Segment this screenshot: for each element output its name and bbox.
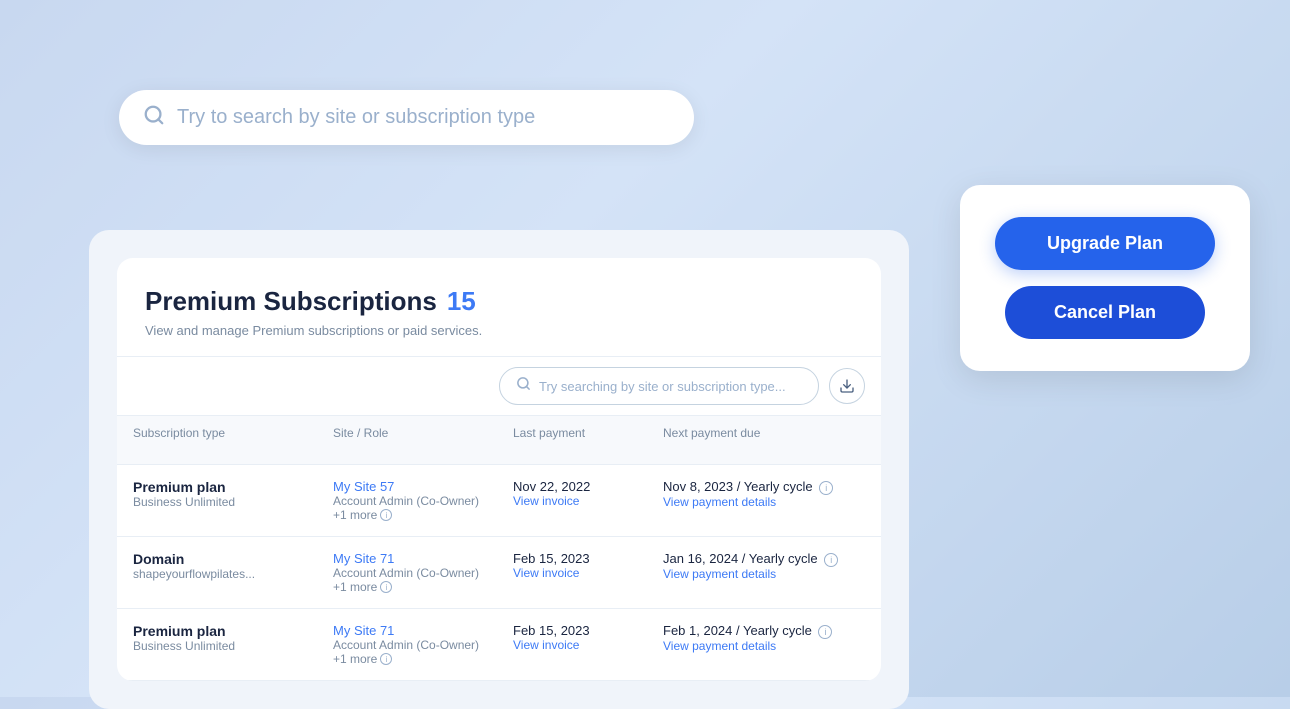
main-search-container	[119, 90, 694, 145]
site-name[interactable]: My Site 71	[333, 551, 513, 566]
sub-type-cell: Premium plan Business Unlimited	[133, 479, 333, 509]
col-next-payment: Next payment due	[663, 426, 881, 454]
panel-subtitle: View and manage Premium subscriptions or…	[145, 323, 853, 338]
panel-title-text: Premium Subscriptions	[145, 286, 437, 317]
view-invoice-link[interactable]: View invoice	[513, 566, 663, 580]
next-payment-info-icon: i	[824, 553, 838, 567]
sub-type-cell: Premium plan Business Unlimited	[133, 623, 333, 653]
next-payment-cell: Nov 8, 2023 / Yearly cycle i View paymen…	[663, 479, 881, 509]
site-role: Account Admin (Co-Owner)	[333, 494, 513, 508]
panel-title: Premium Subscriptions 15	[145, 286, 853, 317]
col-last-payment: Last payment	[513, 426, 663, 454]
view-payment-link[interactable]: View payment details	[663, 639, 881, 653]
last-payment-cell: Nov 22, 2022 View invoice	[513, 479, 663, 508]
info-icon: i	[380, 509, 392, 521]
site-more: +1 more i	[333, 652, 513, 666]
sub-type-plan: Business Unlimited	[133, 639, 333, 653]
table-row: Domain shapeyourflowpilates... My Site 7…	[117, 537, 881, 609]
inner-search-container	[117, 356, 881, 416]
col-site-role: Site / Role	[333, 426, 513, 454]
site-role-cell: My Site 71 Account Admin (Co-Owner) +1 m…	[333, 551, 513, 594]
search-icon	[143, 104, 165, 131]
site-role: Account Admin (Co-Owner)	[333, 638, 513, 652]
inner-search-input[interactable]	[539, 379, 802, 394]
sub-type-plan: Business Unlimited	[133, 495, 333, 509]
site-role: Account Admin (Co-Owner)	[333, 566, 513, 580]
download-button[interactable]	[829, 368, 865, 404]
table-row: Premium plan Business Unlimited My Site …	[117, 465, 881, 537]
upgrade-plan-button[interactable]: Upgrade Plan	[995, 217, 1215, 270]
main-panel: Premium Subscriptions 15 View and manage…	[89, 230, 909, 709]
last-payment-cell: Feb 15, 2023 View invoice	[513, 623, 663, 652]
panel-header: Premium Subscriptions 15 View and manage…	[117, 258, 881, 356]
inner-search-icon	[516, 376, 531, 396]
view-payment-link[interactable]: View payment details	[663, 567, 881, 581]
table-header: Subscription type Site / Role Last payme…	[117, 416, 881, 465]
last-payment-cell: Feb 15, 2023 View invoice	[513, 551, 663, 580]
next-payment-info-icon: i	[819, 481, 833, 495]
site-name[interactable]: My Site 57	[333, 479, 513, 494]
next-payment-cell: Jan 16, 2024 / Yearly cycle i View payme…	[663, 551, 881, 581]
table-row: Premium plan Business Unlimited My Site …	[117, 609, 881, 681]
view-invoice-link[interactable]: View invoice	[513, 494, 663, 508]
sub-type-name: Domain	[133, 551, 333, 567]
col-subscription-type: Subscription type	[133, 426, 333, 454]
info-icon: i	[380, 581, 392, 593]
next-payment-cell: Feb 1, 2024 / Yearly cycle i View paymen…	[663, 623, 881, 653]
next-payment-text: Nov 8, 2023 / Yearly cycle i	[663, 479, 881, 495]
sub-type-name: Premium plan	[133, 623, 333, 639]
cancel-plan-button[interactable]: Cancel Plan	[1005, 286, 1205, 339]
view-payment-link[interactable]: View payment details	[663, 495, 881, 509]
subscriptions-panel: Premium Subscriptions 15 View and manage…	[117, 258, 881, 681]
table-body: Premium plan Business Unlimited My Site …	[117, 465, 881, 681]
sub-type-cell: Domain shapeyourflowpilates...	[133, 551, 333, 581]
info-icon: i	[380, 653, 392, 665]
right-panel: Upgrade Plan Cancel Plan	[960, 185, 1250, 371]
site-more: +1 more i	[333, 508, 513, 522]
sub-type-name: Premium plan	[133, 479, 333, 495]
search-input[interactable]	[177, 106, 670, 129]
next-payment-text: Feb 1, 2024 / Yearly cycle i	[663, 623, 881, 639]
site-role-cell: My Site 57 Account Admin (Co-Owner) +1 m…	[333, 479, 513, 522]
next-payment-text: Jan 16, 2024 / Yearly cycle i	[663, 551, 881, 567]
site-name[interactable]: My Site 71	[333, 623, 513, 638]
payment-date: Feb 15, 2023	[513, 551, 663, 566]
payment-date: Nov 22, 2022	[513, 479, 663, 494]
site-role-cell: My Site 71 Account Admin (Co-Owner) +1 m…	[333, 623, 513, 666]
main-search-bar[interactable]	[119, 90, 694, 145]
sub-type-plan: shapeyourflowpilates...	[133, 567, 333, 581]
site-more: +1 more i	[333, 580, 513, 594]
inner-search-bar[interactable]	[499, 367, 819, 405]
panel-title-count: 15	[447, 286, 476, 317]
payment-date: Feb 15, 2023	[513, 623, 663, 638]
view-invoice-link[interactable]: View invoice	[513, 638, 663, 652]
next-payment-info-icon: i	[818, 625, 832, 639]
